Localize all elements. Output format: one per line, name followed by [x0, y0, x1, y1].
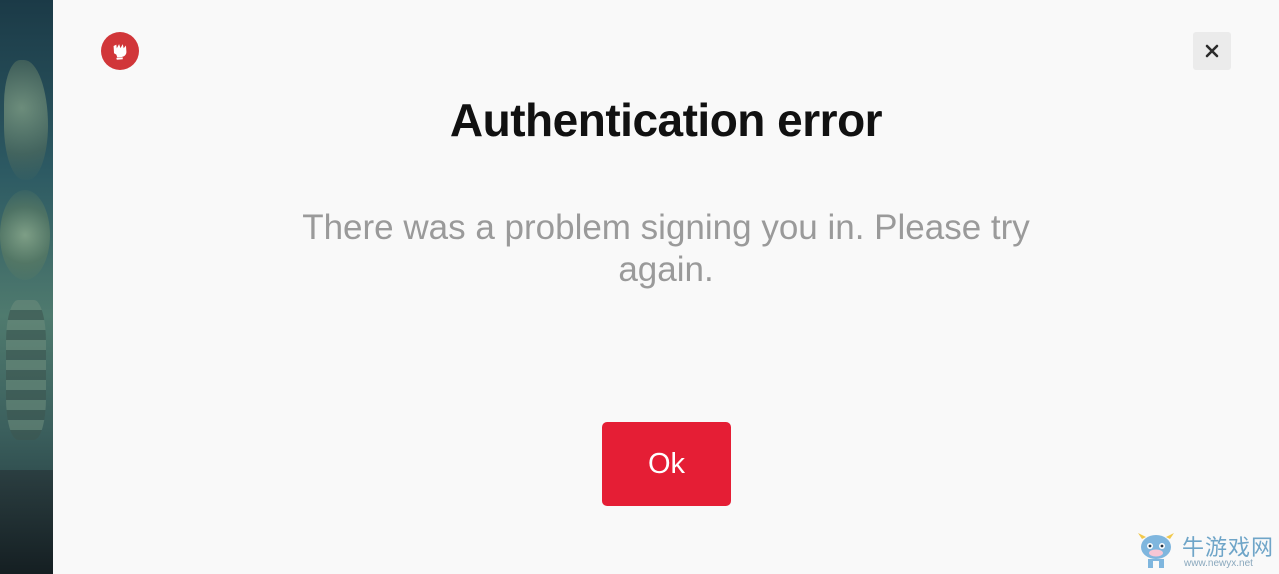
watermark-url: www.newyx.net [1184, 558, 1253, 569]
riot-fist-icon [101, 32, 139, 70]
ok-button[interactable]: Ok [602, 422, 731, 506]
dialog-message: There was a problem signing you in. Plea… [302, 208, 1030, 289]
auth-error-dialog: Authentication error There was a problem… [0, 0, 1279, 574]
background-artwork [0, 0, 53, 574]
mascot-icon [1138, 533, 1174, 568]
close-icon [1205, 44, 1219, 58]
watermark: 牛游戏网 www.newyx.net [1134, 528, 1279, 574]
close-button[interactable] [1193, 32, 1231, 70]
dialog-title: Authentication error [449, 94, 883, 146]
